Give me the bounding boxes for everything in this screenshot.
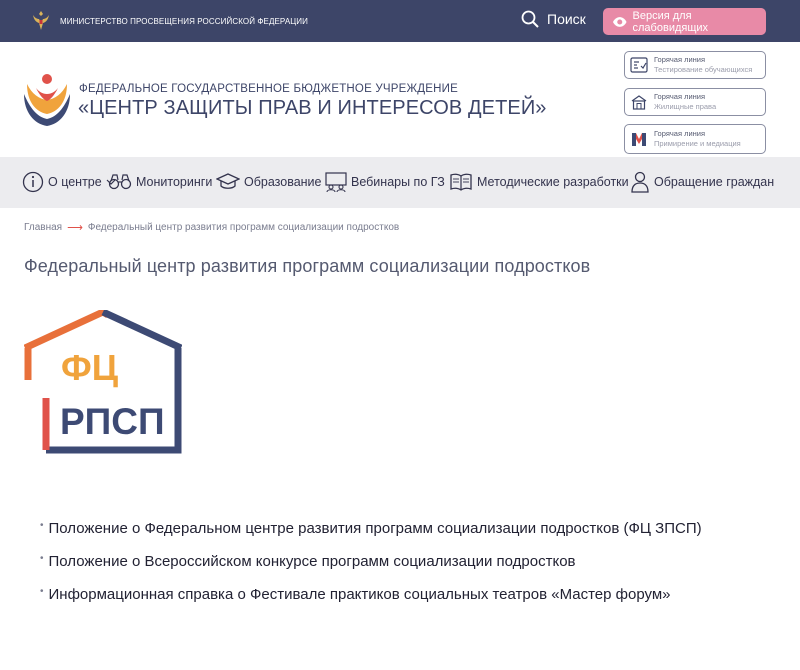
nav-item-label: Методические разработки — [477, 175, 629, 189]
info-icon — [22, 171, 44, 193]
hotline-housing-button[interactable]: Горячая линия Жилищные права — [624, 88, 766, 116]
nav-item-about[interactable]: О центре — [22, 169, 116, 195]
ministry-link[interactable]: МИНИСТЕРСТВО ПРОСВЕЩЕНИЯ РОССИЙСКОЙ ФЕДЕ… — [30, 9, 308, 33]
eye-icon — [612, 16, 627, 27]
page-title: Федеральный центр развития программ соци… — [24, 256, 591, 276]
center-logo-icon[interactable] — [22, 72, 72, 128]
hotline-title: Горячая линия — [654, 129, 706, 138]
binoculars-icon — [108, 174, 132, 190]
person-icon — [631, 171, 649, 193]
book-icon — [450, 173, 472, 191]
breadcrumb: Главная ⟶ Федеральный центр развития про… — [24, 221, 399, 234]
nav-item-label: О центре — [48, 175, 102, 189]
eagle-emblem-icon — [33, 11, 49, 30]
search-label: Поиск — [547, 11, 586, 27]
breadcrumb-current: Федеральный центр развития программ соци… — [87, 222, 400, 233]
house-icon — [629, 92, 649, 112]
hotline-subtitle: Жилищные права — [654, 102, 717, 111]
search-icon — [521, 10, 539, 28]
nav-item-monitoring[interactable]: Мониторинги — [108, 169, 212, 195]
hotline-testing-button[interactable]: Горячая линия Тестирование обучающихся — [624, 51, 766, 79]
fc-rpsp-logo: ФЦ РПСП — [24, 310, 182, 454]
nav-item-label: Обращение граждан — [654, 175, 775, 189]
nav-item-webinars[interactable]: Вебинары по ГЗ — [325, 169, 445, 195]
document-link[interactable]: Положение о Всероссийском конкурсе прогр… — [49, 553, 576, 571]
low-vision-button[interactable]: Версия для слабовидящих — [603, 8, 766, 35]
bullet: • — [40, 586, 44, 597]
org-subtitle: ФЕДЕРАЛЬНОЕ ГОСУДАРСТВЕННОЕ БЮДЖЕТНОЕ УЧ… — [79, 83, 458, 95]
document-link[interactable]: Положение о Федеральном центре развития … — [49, 520, 702, 538]
list-item[interactable]: • Информационная справка о Фестивале пра… — [40, 586, 702, 604]
list-item[interactable]: • Положение о Федеральном центре развити… — [40, 520, 702, 538]
test-form-icon — [629, 55, 649, 75]
document-link[interactable]: Информационная справка о Фестивале практ… — [49, 586, 671, 604]
nav-item-appeals[interactable]: Обращение граждан — [630, 169, 774, 195]
hotline-title: Горячая линия — [654, 92, 706, 101]
nav-item-methodics[interactable]: Методические разработки — [449, 169, 629, 195]
breadcrumb-home-link[interactable]: Главная — [24, 222, 62, 233]
bullet: • — [40, 553, 44, 564]
list-item[interactable]: • Положение о Всероссийском конкурсе про… — [40, 553, 702, 571]
logo-text-rpsp: РПСП — [60, 401, 165, 442]
hotline-subtitle: Тестирование обучающихся — [654, 65, 753, 74]
nav-item-label: Образование — [244, 175, 322, 189]
graduation-cap-icon — [216, 173, 240, 189]
nav-item-label: Мониторинги — [136, 175, 213, 189]
webinar-icon — [325, 172, 347, 192]
logo-text-fc: ФЦ — [61, 347, 119, 388]
hotline-subtitle: Примирение и медиация — [654, 139, 741, 148]
hotline-mediation-button[interactable]: Горячая линия Примирение и медиация — [624, 124, 766, 154]
main-nav: О центре Мониторинги Образование Вебинар… — [0, 157, 800, 208]
arrow-right-icon: ⟶ — [67, 222, 83, 234]
nav-item-label: Вебинары по ГЗ — [351, 175, 445, 189]
bullet: • — [40, 520, 44, 531]
documents-list: • Положение о Федеральном центре развити… — [40, 520, 702, 619]
ministry-label: МИНИСТЕРСТВО ПРОСВЕЩЕНИЯ РОССИЙСКОЙ ФЕДЕ… — [60, 16, 308, 26]
hotline-title: Горячая линия — [654, 55, 706, 64]
nav-item-education[interactable]: Образование — [216, 169, 321, 195]
mediation-m-icon — [629, 129, 649, 149]
low-vision-label: Версия для слабовидящих — [632, 9, 709, 34]
top-bar: МИНИСТЕРСТВО ПРОСВЕЩЕНИЯ РОССИЙСКОЙ ФЕДЕ… — [0, 0, 800, 42]
org-title[interactable]: «ЦЕНТР ЗАЩИТЫ ПРАВ И ИНТЕРЕСОВ ДЕТЕЙ» — [78, 97, 547, 120]
search-button[interactable]: Поиск — [521, 10, 586, 28]
